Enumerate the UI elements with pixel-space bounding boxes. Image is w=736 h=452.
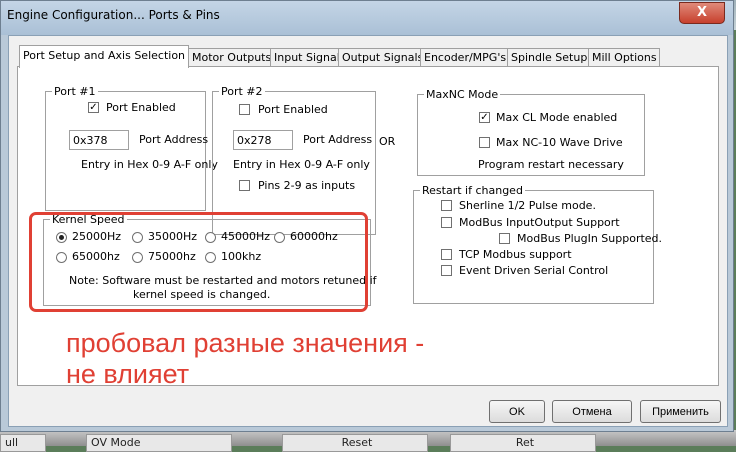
max-cl-checkbox[interactable]: ✓	[479, 112, 490, 123]
annotation-highlight-box	[29, 212, 368, 312]
restart-group: Restart if changed Sherline 1/2 Pulse mo…	[413, 184, 662, 304]
cancel-button[interactable]: Отмена	[552, 400, 632, 423]
maxnc-group: MaxNC Mode ✓ Max CL Mode enabled Max NC-…	[417, 88, 645, 176]
restart-note: Program restart necessary	[478, 158, 624, 171]
port2-title: Port #2	[219, 85, 265, 98]
tab-spindle-setup[interactable]: Spindle Setup	[507, 48, 591, 67]
port1-enabled-label: Port Enabled	[106, 101, 176, 114]
ok-button[interactable]: OK	[489, 400, 545, 423]
tab-port-setup[interactable]: Port Setup and Axis Selection	[19, 45, 189, 68]
pins-as-inputs-checkbox[interactable]	[239, 180, 250, 191]
port2-enabled-checkbox[interactable]	[239, 104, 250, 115]
max-nc10-checkbox[interactable]	[479, 137, 490, 148]
tcp-modbus-label: TCP Modbus support	[459, 248, 572, 261]
bg-segment: Reset	[282, 434, 428, 452]
tab-mill-options[interactable]: Mill Options	[588, 48, 660, 67]
tcp-modbus-checkbox[interactable]	[441, 249, 452, 260]
max-nc10-label: Max NC-10 Wave Drive	[496, 136, 623, 149]
serial-control-checkbox[interactable]	[441, 265, 452, 276]
maxnc-title: MaxNC Mode	[424, 88, 501, 101]
bg-segment: Ret	[450, 434, 596, 452]
serial-control-label: Event Driven Serial Control	[459, 264, 609, 277]
port1-group: Port #1 ✓ Port Enabled 0x378 Port Addres…	[45, 85, 218, 211]
sherline-label: Sherline 1/2 Pulse mode.	[459, 199, 596, 212]
apply-button[interactable]: Применить	[640, 400, 721, 423]
modbus-plugin-label: ModBus PlugIn Supported.	[517, 232, 663, 245]
annotation-line2: не влияет	[66, 359, 190, 389]
tab-output-signals[interactable]: Output Signals	[338, 48, 423, 67]
port1-address-input[interactable]: 0x378	[69, 130, 129, 150]
port2-address-input[interactable]: 0x278	[233, 130, 293, 150]
bg-segment: ull	[0, 434, 46, 452]
tab-encoder-mpg[interactable]: Encoder/MPG's	[420, 48, 510, 67]
port1-enabled-checkbox[interactable]: ✓	[88, 102, 99, 113]
port1-hint: Entry in Hex 0-9 A-F only	[81, 158, 218, 171]
restart-title: Restart if changed	[420, 184, 525, 197]
modbus-plugin-checkbox[interactable]	[499, 233, 510, 244]
annotation-text: пробовал разные значения - не влияет	[66, 328, 424, 390]
port2-enabled-label: Port Enabled	[258, 103, 328, 116]
title-bar: Engine Configuration... Ports & Pins X	[1, 1, 733, 35]
or-label: OR	[379, 135, 396, 148]
close-button[interactable]: X	[679, 2, 725, 24]
annotation-line1: пробовал разные значения -	[66, 328, 425, 358]
max-cl-label: Max CL Mode enabled	[496, 111, 618, 124]
modbus-io-checkbox[interactable]	[441, 217, 452, 228]
port2-hint: Entry in Hex 0-9 A-F only	[233, 158, 370, 171]
sherline-checkbox[interactable]	[441, 200, 452, 211]
window-title: Engine Configuration... Ports & Pins	[7, 8, 220, 22]
port2-address-label: Port Address	[303, 133, 373, 146]
tab-input-signals[interactable]: Input Signals	[270, 48, 346, 67]
port1-title: Port #1	[52, 85, 98, 98]
tab-motor-outputs[interactable]: Motor Outputs	[188, 48, 276, 67]
bg-segment: OV Mode	[86, 434, 232, 452]
background-app-bottom: ull OV Mode Reset Ret	[0, 430, 736, 452]
port1-address-label: Port Address	[139, 133, 209, 146]
pins-as-inputs-label: Pins 2-9 as inputs	[258, 179, 356, 192]
modbus-io-label: ModBus InputOutput Support	[459, 216, 620, 229]
